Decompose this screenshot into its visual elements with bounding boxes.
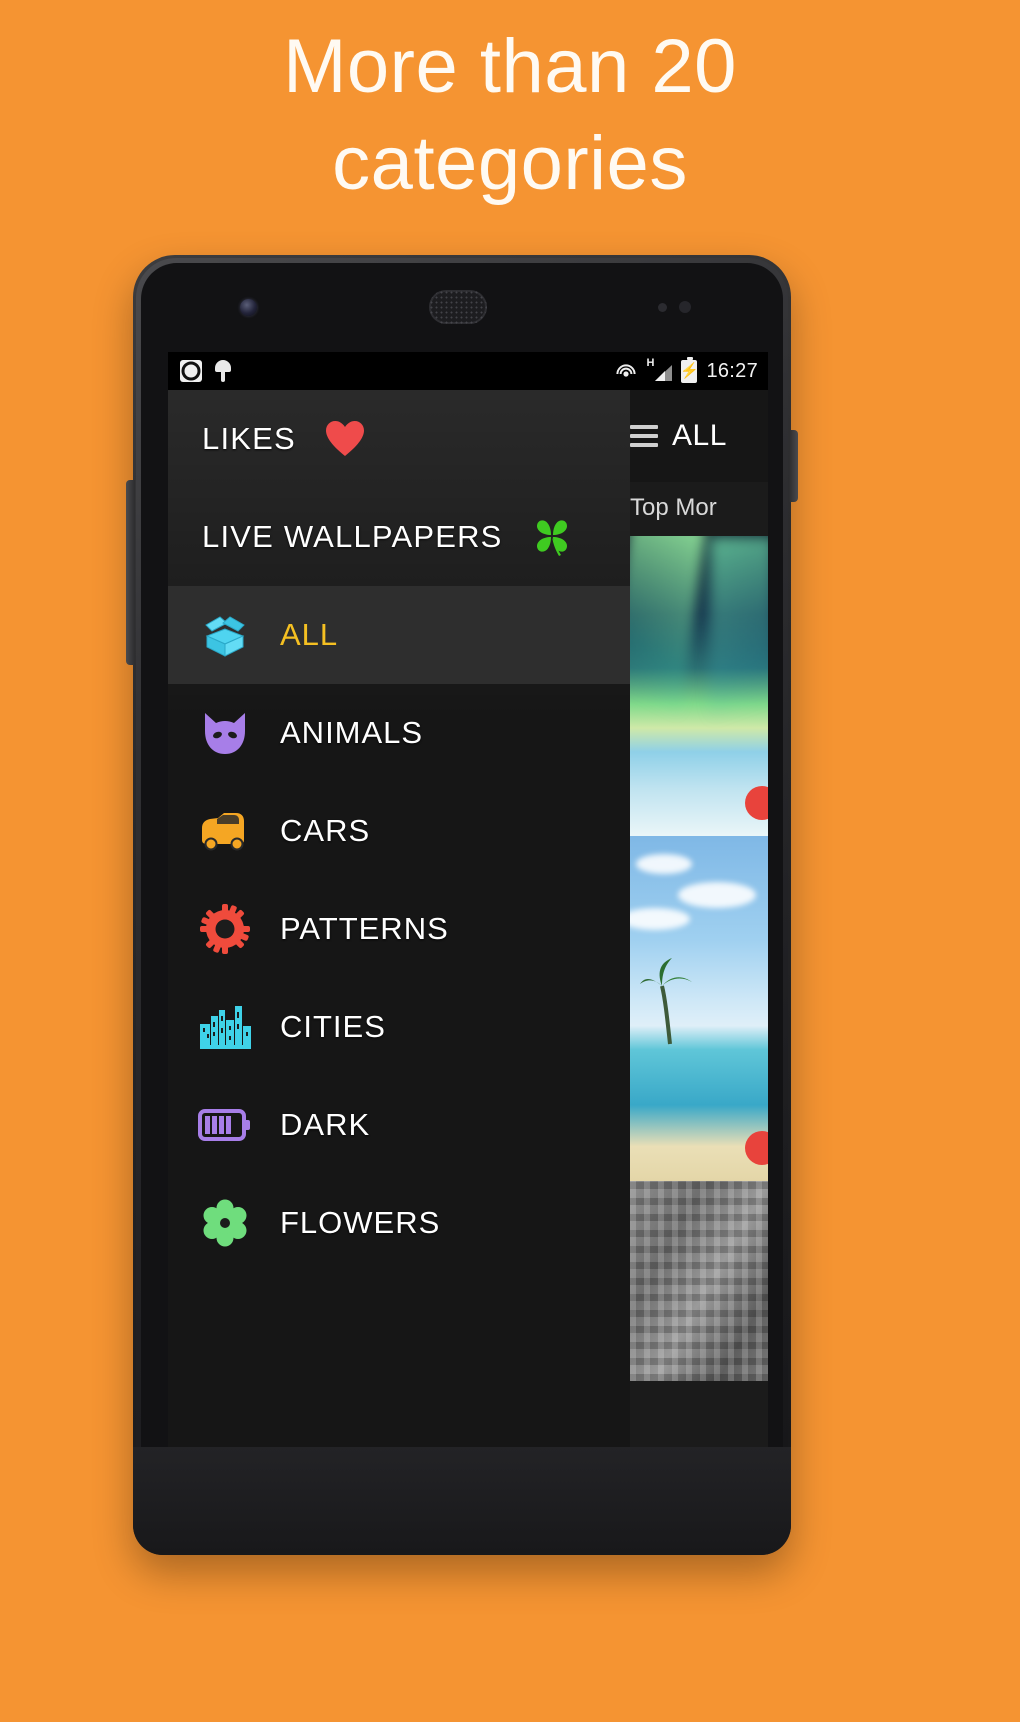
volume-button[interactable] [126, 480, 135, 665]
drawer-item-patterns-label: PATTERNS [280, 911, 449, 946]
city-skyline-icon [198, 1000, 252, 1054]
drawer-item-likes-label: LIKES [202, 421, 296, 456]
promo-headline-line-2: categories [332, 121, 688, 207]
drawer-item-patterns[interactable]: PATTERNS [168, 880, 630, 978]
drawer-item-likes[interactable]: LIKES [202, 390, 630, 488]
drawer-category-list: ALL ANIMALS CARS PATTERNS CITIES DARK FL… [168, 586, 630, 1272]
wallpaper-thumbnail-column [630, 536, 768, 1457]
toolbar-title: ALL [672, 419, 727, 452]
signal-strength-icon: H [646, 357, 673, 382]
cast-icon [615, 361, 637, 381]
screen-record-icon [180, 360, 202, 382]
drawer-item-animals[interactable]: ANIMALS [168, 684, 630, 782]
drawer-item-cars[interactable]: CARS [168, 782, 630, 880]
promo-headline: More than 20 categories [0, 18, 1020, 213]
thumb-badge [745, 786, 768, 820]
battery-charging-icon: ⚡ [680, 356, 699, 383]
cat-face-icon [198, 706, 252, 760]
promo-headline-line-1: More than 20 [283, 24, 737, 109]
front-camera-icon [240, 299, 257, 316]
palm-tree-icon [640, 958, 692, 1045]
heart-icon [318, 412, 372, 466]
android-debug-icon [214, 360, 232, 382]
city-wallpaper-thumb[interactable] [630, 1181, 768, 1381]
car-icon [198, 804, 252, 858]
drawer-item-flowers-label: FLOWERS [280, 1205, 441, 1240]
power-button[interactable] [789, 430, 798, 502]
thumb-badge [745, 1131, 768, 1165]
light-sensor-icon [679, 301, 691, 313]
drawer-item-cities-label: CITIES [280, 1009, 386, 1044]
device-chin [133, 1447, 791, 1555]
drawer-item-animals-label: ANIMALS [280, 715, 424, 750]
clover-icon [525, 510, 579, 564]
aurora-wallpaper-thumb[interactable] [630, 536, 768, 836]
drawer-header: LIKES LIVE WALLPAPERS [168, 390, 630, 586]
navigation-drawer: LIKES LIVE WALLPAPERS ALL ANIMALS CARS P… [168, 390, 630, 1457]
status-bar: H ⚡ 16:27 [168, 352, 768, 390]
tab-strip[interactable]: Top Mor [630, 482, 717, 534]
drawer-item-live-wallpapers-label: LIVE WALLPAPERS [202, 519, 503, 554]
network-type-label: H [646, 357, 655, 369]
drawer-item-flowers[interactable]: FLOWERS [168, 1174, 630, 1272]
drawer-item-dark[interactable]: DARK [168, 1076, 630, 1174]
battery-icon [198, 1098, 252, 1152]
drawer-item-dark-label: DARK [280, 1107, 371, 1142]
phone-device: H ⚡ 16:27 ALL Top Mor LIKES LIVE WALLPAP… [126, 255, 798, 1555]
drawer-item-cities[interactable]: CITIES [168, 978, 630, 1076]
status-bar-clock: 16:27 [706, 359, 758, 382]
drawer-item-all[interactable]: ALL [168, 586, 630, 684]
open-box-icon [198, 608, 252, 662]
hamburger-menu-icon[interactable] [630, 425, 658, 447]
flower-icon [198, 1196, 252, 1250]
phone-screen: H ⚡ 16:27 ALL Top Mor LIKES LIVE WALLPAP… [168, 352, 768, 1457]
toolbar-right-group: ALL [630, 390, 727, 482]
drawer-item-cars-label: CARS [280, 813, 371, 848]
drawer-item-live-wallpapers[interactable]: LIVE WALLPAPERS [202, 488, 630, 586]
beach-wallpaper-thumb[interactable] [630, 836, 768, 1181]
drawer-item-all-label: ALL [280, 617, 339, 652]
gear-icon [198, 902, 252, 956]
app-body: ALL Top Mor LIKES LIVE WALLPAPERS ALL AN… [168, 390, 768, 1457]
proximity-sensor-icon [658, 303, 667, 312]
earpiece-speaker [429, 290, 487, 324]
